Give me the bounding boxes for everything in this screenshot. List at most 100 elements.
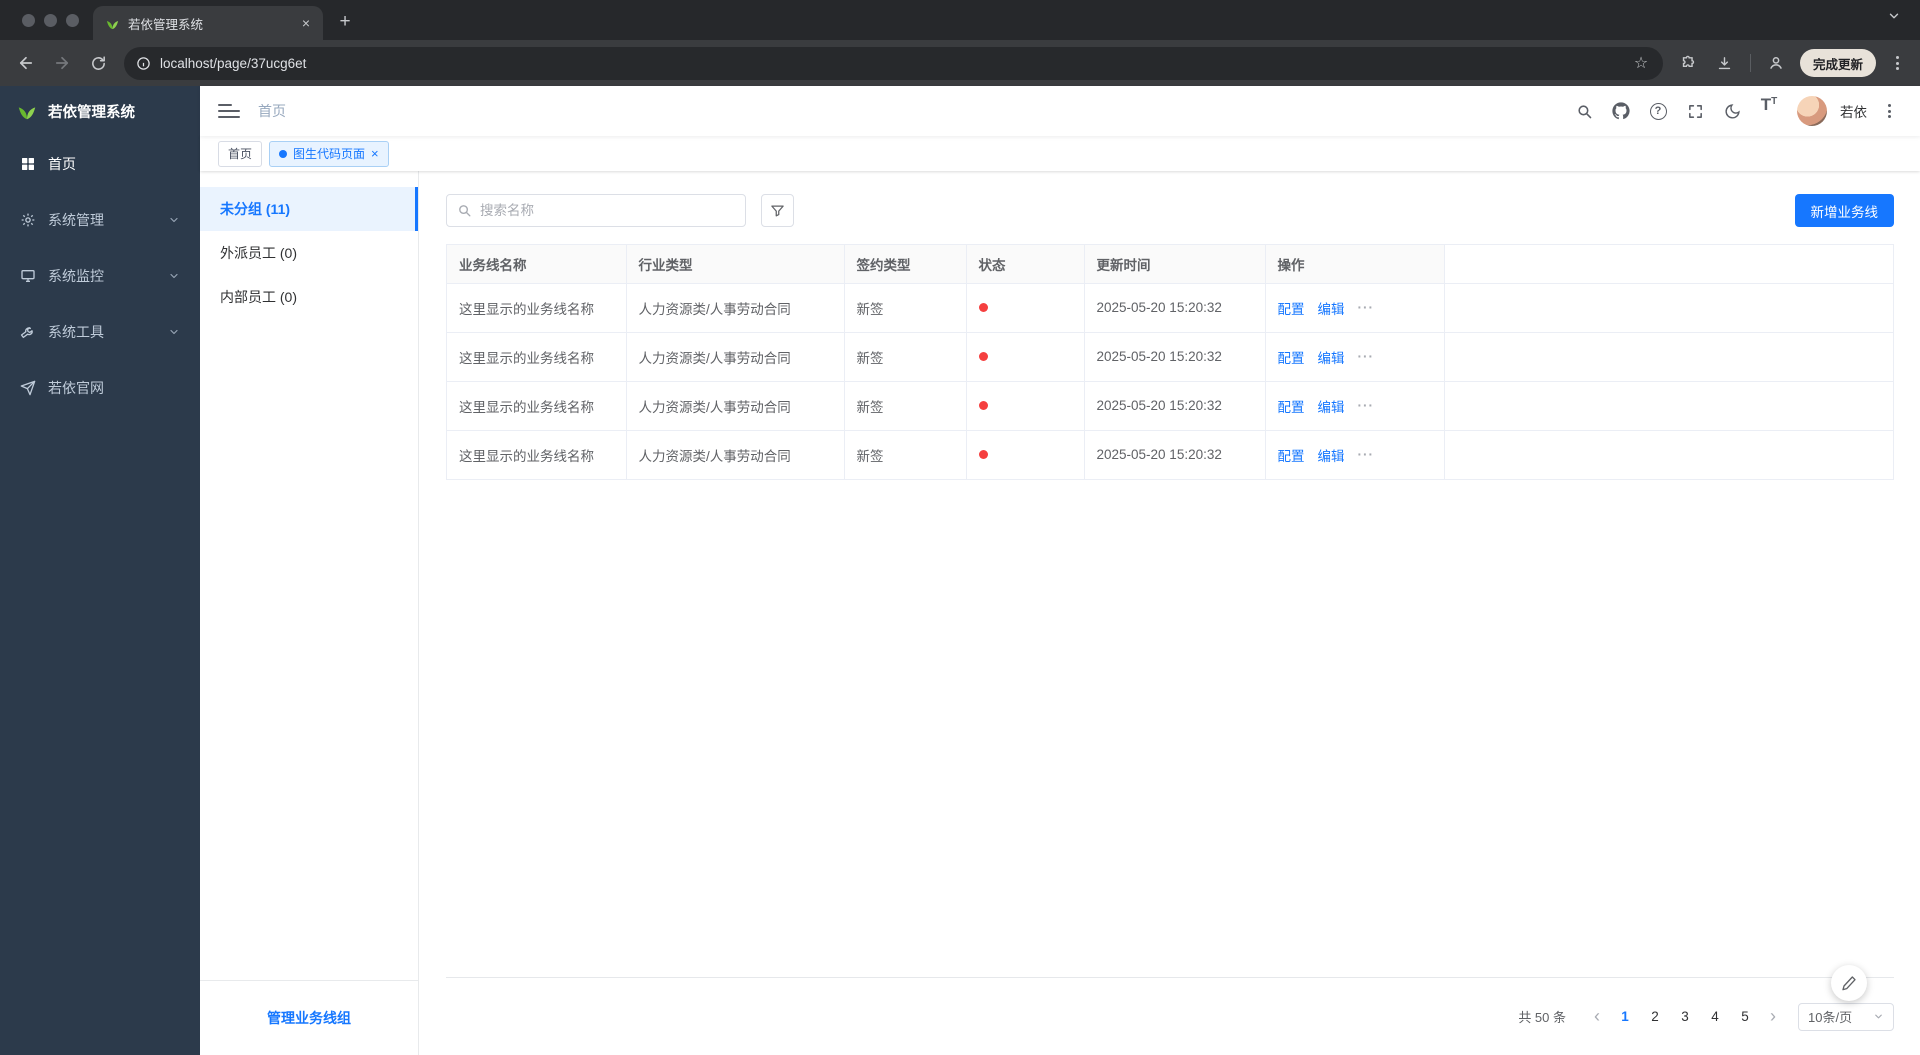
more-actions-icon[interactable]: ···	[1358, 300, 1375, 315]
app-header: 首页 ?	[200, 86, 1920, 136]
table-header-row: 业务线名称 行业类型 签约类型 状态 更新时间 操作	[447, 245, 1893, 283]
cell-sign-type: 新签	[844, 332, 966, 381]
bookmark-star-icon[interactable]: ☆	[1625, 47, 1657, 79]
search-box[interactable]	[446, 194, 746, 227]
configure-link[interactable]: 配置	[1278, 445, 1305, 465]
cell-filler	[1444, 381, 1893, 430]
cell-updated: 2025-05-20 15:20:32	[1084, 381, 1265, 430]
reload-button[interactable]	[82, 47, 114, 79]
cell-updated: 2025-05-20 15:20:32	[1084, 430, 1265, 479]
chevron-down-icon	[168, 270, 180, 282]
table-row: 这里显示的业务线名称 人力资源类/人事劳动合同 新签 2025-05-20 15…	[447, 381, 1893, 430]
paper-plane-icon	[20, 380, 36, 396]
group-item-ungrouped[interactable]: 未分组 (11)	[200, 187, 418, 231]
col-actions: 操作	[1265, 245, 1444, 283]
browser-menu-kebab-icon[interactable]	[1884, 49, 1910, 77]
extensions-icon[interactable]	[1673, 47, 1705, 79]
table-row: 这里显示的业务线名称 人力资源类/人事劳动合同 新签 2025-05-20 15…	[447, 430, 1893, 479]
page-number-1[interactable]: 1	[1610, 1003, 1640, 1031]
forward-button[interactable]	[46, 47, 78, 79]
cell-status	[966, 381, 1084, 430]
font-size-icon[interactable]: TT	[1754, 96, 1784, 126]
page-number-3[interactable]: 3	[1670, 1003, 1700, 1031]
breadcrumb[interactable]: 首页	[258, 101, 286, 121]
add-business-line-button[interactable]: 新增业务线	[1795, 194, 1895, 227]
group-item-label: 内部员工 (0)	[220, 287, 297, 307]
cell-name: 这里显示的业务线名称	[447, 283, 626, 332]
biz-table: 业务线名称 行业类型 签约类型 状态 更新时间 操作	[447, 245, 1893, 479]
tag-home[interactable]: 首页	[218, 141, 262, 167]
help-icon[interactable]: ?	[1643, 96, 1673, 126]
pagination-bar: 共 50 条 ‹ 1 2 3 4 5 › 10条/页	[446, 977, 1894, 1055]
search-input[interactable]	[480, 203, 735, 218]
tag-generated-page[interactable]: 图生代码页面 ×	[269, 141, 389, 167]
floating-edit-button[interactable]	[1831, 965, 1867, 1001]
edit-link[interactable]: 编辑	[1318, 445, 1345, 465]
dark-mode-moon-icon[interactable]	[1717, 96, 1747, 126]
more-actions-icon[interactable]: ···	[1358, 349, 1375, 364]
page-number-2[interactable]: 2	[1640, 1003, 1670, 1031]
configure-link[interactable]: 配置	[1278, 347, 1305, 367]
logo-leaf-icon	[16, 100, 38, 122]
edit-link[interactable]: 编辑	[1318, 298, 1345, 318]
group-item-internal[interactable]: 内部员工 (0)	[200, 275, 418, 319]
back-button[interactable]	[10, 47, 42, 79]
github-icon[interactable]	[1606, 96, 1636, 126]
download-icon[interactable]	[1709, 47, 1741, 79]
update-chip-button[interactable]: 完成更新	[1800, 49, 1876, 77]
next-page-icon[interactable]: ›	[1760, 1003, 1786, 1031]
more-actions-icon[interactable]: ···	[1358, 447, 1375, 462]
group-item-dispatched[interactable]: 外派员工 (0)	[200, 231, 418, 275]
configure-link[interactable]: 配置	[1278, 396, 1305, 416]
tab-close-icon[interactable]: ×	[297, 14, 315, 32]
search-icon[interactable]	[1569, 96, 1599, 126]
edit-link[interactable]: 编辑	[1318, 396, 1345, 416]
user-menu-kebab-icon[interactable]	[1876, 97, 1902, 125]
tags-view-bar: 首页 图生代码页面 ×	[200, 136, 1920, 171]
page-number-4[interactable]: 4	[1700, 1003, 1730, 1031]
configure-link[interactable]: 配置	[1278, 298, 1305, 318]
sidebar-item-official-site[interactable]: 若依官网	[0, 360, 200, 416]
sidebar-toggle-icon[interactable]	[218, 104, 240, 118]
cell-name: 这里显示的业务线名称	[447, 381, 626, 430]
tab-search-chevron-icon[interactable]	[1878, 0, 1910, 32]
profile-icon[interactable]	[1760, 47, 1792, 79]
fullscreen-icon[interactable]	[1680, 96, 1710, 126]
more-actions-icon[interactable]: ···	[1358, 398, 1375, 413]
cell-industry: 人力资源类/人事劳动合同	[626, 283, 844, 332]
site-info-icon[interactable]	[136, 56, 151, 71]
manage-groups-button[interactable]: 管理业务线组	[200, 980, 418, 1055]
window-close-button[interactable]	[22, 14, 35, 27]
cell-industry: 人力资源类/人事劳动合同	[626, 332, 844, 381]
prev-page-icon[interactable]: ‹	[1584, 1003, 1610, 1031]
cell-sign-type: 新签	[844, 430, 966, 479]
col-name: 业务线名称	[447, 245, 626, 283]
window-maximize-button[interactable]	[66, 14, 79, 27]
favicon-leaf-icon	[105, 16, 120, 31]
page-size-select[interactable]: 10条/页	[1798, 1003, 1894, 1031]
sidebar-item-system-management[interactable]: 系统管理	[0, 192, 200, 248]
cell-updated: 2025-05-20 15:20:32	[1084, 332, 1265, 381]
dashboard-icon	[20, 156, 36, 172]
sidebar-item-system-tools[interactable]: 系统工具	[0, 304, 200, 360]
filter-button[interactable]	[761, 194, 794, 227]
window-minimize-button[interactable]	[44, 14, 57, 27]
address-bar[interactable]: localhost/page/37ucg6et ☆	[124, 47, 1663, 80]
sidebar-item-label: 系统工具	[48, 322, 104, 342]
username[interactable]: 若依	[1840, 101, 1867, 121]
new-tab-button[interactable]: +	[331, 8, 359, 36]
cell-status	[966, 430, 1084, 479]
sidebar-item-home[interactable]: 首页	[0, 136, 200, 192]
tag-close-icon[interactable]: ×	[371, 147, 379, 160]
chevron-down-icon	[1873, 1011, 1884, 1022]
avatar[interactable]	[1797, 96, 1827, 126]
app-logo[interactable]: 若依管理系统	[0, 86, 200, 136]
status-dot	[979, 303, 988, 312]
sidebar-item-system-monitor[interactable]: 系统监控	[0, 248, 200, 304]
table-wrapper: 业务线名称 行业类型 签约类型 状态 更新时间 操作	[446, 244, 1894, 480]
browser-tab[interactable]: 若依管理系统 ×	[93, 6, 323, 40]
page-number-5[interactable]: 5	[1730, 1003, 1760, 1031]
cell-industry: 人力资源类/人事劳动合同	[626, 430, 844, 479]
edit-link[interactable]: 编辑	[1318, 347, 1345, 367]
app-root: 若依管理系统 首页 系统管理 系统监控	[0, 86, 1920, 1055]
